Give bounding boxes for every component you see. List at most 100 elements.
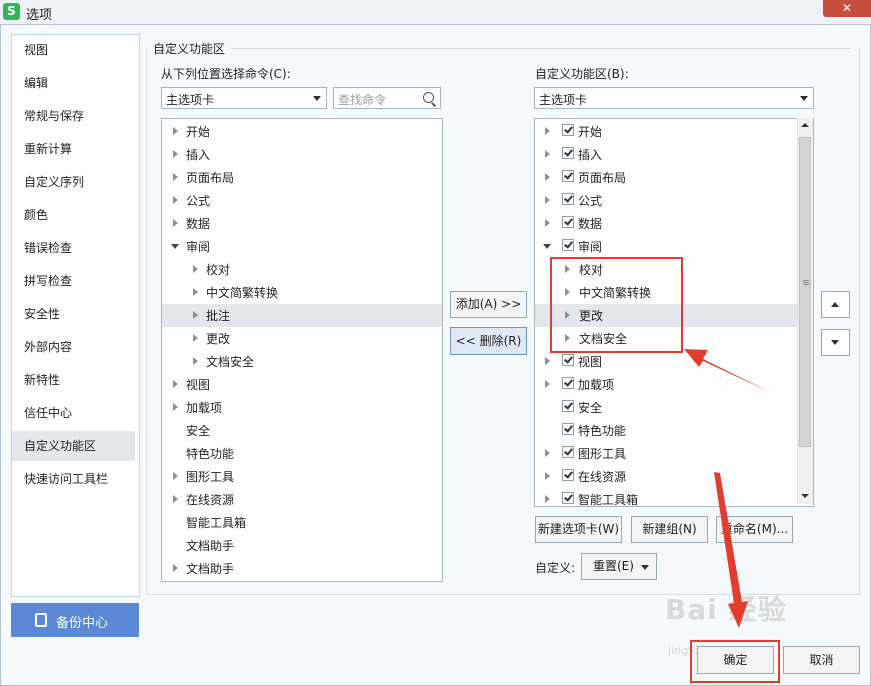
ribbon-item-graphics-tools[interactable]: 图形工具 [535,442,813,465]
ribbon-item-start[interactable]: 开始 [535,120,813,143]
expand-icon[interactable] [545,219,550,227]
expand-icon[interactable] [193,265,198,273]
choose-commands-combo[interactable]: 主选项卡 [161,87,327,109]
nav-item-recalculation[interactable]: 重新计算 [12,134,135,164]
nav-item-custom-lists[interactable]: 自定义序列 [12,167,135,197]
checkbox[interactable] [562,216,574,228]
expand-icon[interactable] [193,311,198,319]
new-tab-button[interactable]: 新建选项卡(W) [535,516,622,543]
expand-icon[interactable] [545,196,550,204]
nav-item-security[interactable]: 安全性 [12,299,135,329]
tree-item-insert[interactable]: 插入 [162,143,442,166]
tree-item-start[interactable]: 开始 [162,120,442,143]
tree-item-add-ins[interactable]: 加载项 [162,396,442,419]
expand-icon[interactable] [173,495,178,503]
expand-icon[interactable] [545,449,550,457]
expand-icon[interactable] [545,357,550,365]
ribbon-item-data[interactable]: 数据 [535,212,813,235]
expand-icon[interactable] [173,150,178,158]
collapse-icon[interactable] [171,244,179,249]
nav-item-quick-access-toolbar[interactable]: 快速访问工具栏 [12,464,135,494]
checkbox[interactable] [562,377,574,389]
ribbon-tabs-combo[interactable]: 主选项卡 [534,87,814,109]
move-up-button[interactable] [821,291,850,318]
expand-icon[interactable] [545,173,550,181]
checkbox[interactable] [562,354,574,366]
ribbon-item-view[interactable]: 视图 [535,350,813,373]
tree-item-view[interactable]: 视图 [162,373,442,396]
new-group-button[interactable]: 新建组(N) [631,516,708,543]
tree-item-doc-assistant-2[interactable]: 文档助手 [162,557,442,580]
tree-item-proofing[interactable]: 校对 [162,258,442,281]
expand-icon[interactable] [193,334,198,342]
tree-item-data[interactable]: 数据 [162,212,442,235]
expand-icon[interactable] [173,472,178,480]
rename-button[interactable]: 重命名(M)... [716,516,793,543]
tree-item-page-layout[interactable]: 页面布局 [162,166,442,189]
add-button[interactable]: 添加(A) >> [450,291,527,318]
ribbon-item-security[interactable]: 安全 [535,396,813,419]
tree-item-comments[interactable]: 批注 [162,304,442,327]
expand-icon[interactable] [173,380,178,388]
backup-center-button[interactable]: 备份中心 [11,603,139,637]
checkbox[interactable] [562,469,574,481]
ribbon-item-formulas[interactable]: 公式 [535,189,813,212]
search-input[interactable]: 查找命令 [333,87,441,109]
ribbon-item-review[interactable]: 审阅 [535,235,813,258]
tree-item-smart-toolbox[interactable]: 智能工具箱 [162,511,442,534]
expand-icon[interactable] [545,380,550,388]
nav-item-new-features[interactable]: 新特性 [12,365,135,395]
ribbon-item-online-resources[interactable]: 在线资源 [535,465,813,488]
collapse-icon[interactable] [543,244,551,249]
nav-item-edit[interactable]: 编辑 [12,68,135,98]
expand-icon[interactable] [173,219,178,227]
cancel-button[interactable]: 取消 [783,646,860,674]
expand-icon[interactable] [173,127,178,135]
tree-item-security[interactable]: 安全 [162,419,442,442]
nav-item-trust-center[interactable]: 信任中心 [12,398,135,428]
nav-item-color[interactable]: 颜色 [12,200,135,230]
scroll-down-icon[interactable] [801,494,809,498]
tree-item-online-resources[interactable]: 在线资源 [162,488,442,511]
tree-item-review[interactable]: 审阅 [162,235,442,258]
ribbon-item-featured[interactable]: 特色功能 [535,419,813,442]
expand-icon[interactable] [173,403,178,411]
checkbox[interactable] [562,124,574,136]
nav-item-error-checking[interactable]: 错误检查 [12,233,135,263]
nav-item-external-content[interactable]: 外部内容 [12,332,135,362]
expand-icon[interactable] [193,288,198,296]
checkbox[interactable] [562,423,574,435]
expand-icon[interactable] [173,196,178,204]
tree-item-doc-assistant[interactable]: 文档助手 [162,534,442,557]
remove-button[interactable]: << 删除(R) [450,327,527,355]
checkbox[interactable] [562,446,574,458]
checkbox[interactable] [562,400,574,412]
tree-item-graphics-tools[interactable]: 图形工具 [162,465,442,488]
ribbon-list-scrollbar[interactable] [797,118,813,504]
ribbon-item-smart-toolbox[interactable]: 智能工具箱 [535,488,813,506]
expand-icon[interactable] [173,564,178,572]
tree-item-featured[interactable]: 特色功能 [162,442,442,465]
ribbon-item-page-layout[interactable]: 页面布局 [535,166,813,189]
nav-item-customize-ribbon[interactable]: 自定义功能区 [12,431,135,461]
tree-item-chinese-conversion[interactable]: 中文简繁转换 [162,281,442,304]
checkbox[interactable] [562,193,574,205]
expand-icon[interactable] [545,127,550,135]
close-button[interactable]: ✕ [823,0,871,17]
nav-item-general-save[interactable]: 常规与保存 [12,101,135,131]
checkbox[interactable] [562,239,574,251]
ribbon-item-insert[interactable]: 插入 [535,143,813,166]
tree-item-changes[interactable]: 更改 [162,327,442,350]
move-down-button[interactable] [821,329,850,356]
checkbox[interactable] [562,147,574,159]
nav-item-view[interactable]: 视图 [12,35,135,65]
tree-item-formulas[interactable]: 公式 [162,189,442,212]
expand-icon[interactable] [545,495,550,503]
expand-icon[interactable] [545,472,550,480]
tree-item-document-security[interactable]: 文档安全 [162,350,442,373]
chevron-down-icon[interactable] [641,565,649,570]
expand-icon[interactable] [193,357,198,365]
nav-item-spelling[interactable]: 拼写检查 [12,266,135,296]
scroll-up-icon[interactable] [801,123,809,127]
expand-icon[interactable] [545,150,550,158]
